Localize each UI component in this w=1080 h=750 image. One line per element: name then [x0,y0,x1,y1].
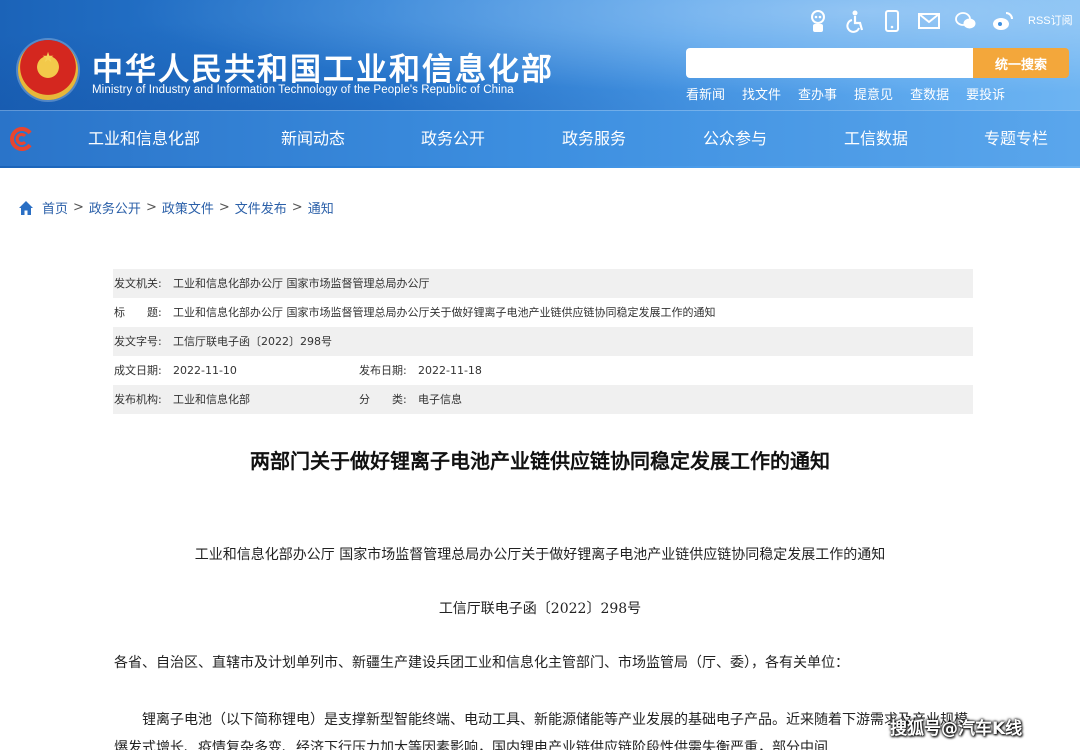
meta-category: 电子信息 [418,393,462,406]
meta-docno: 工信厅联电子函〔2022〕298号 [173,335,332,348]
meta-label: 分 类: [359,393,407,406]
nav-logo-icon[interactable] [10,127,34,151]
meta-label: 发布日期: [359,364,407,377]
breadcrumb-document-release[interactable]: 文件发布 [235,198,287,217]
article-addressee: 各省、自治区、直辖市及计划单列市、新疆生产建设兵团工业和信息化主管部门、市场监管… [114,655,849,671]
meta-label: 发文字号: [114,335,162,348]
nav-item-data[interactable]: 工信数据 [844,111,908,167]
quick-links: 看新闻 找文件 查办事 提意见 查数据 要投诉 [686,84,1022,103]
search-button[interactable]: 统一搜索 [973,48,1069,78]
quick-link-feedback[interactable]: 提意见 [854,84,893,103]
meta-label: 成文日期: [114,364,162,377]
quick-link-news[interactable]: 看新闻 [686,84,725,103]
nav-item-government-affairs[interactable]: 政务公开 [421,111,485,167]
nav-item-public-participation[interactable]: 公众参与 [703,111,767,167]
meta-issuer: 工业和信息化部办公厅 国家市场监督管理总局办公厅 [173,277,430,290]
meta-label: 发文机关: [114,277,162,290]
mobile-icon[interactable] [880,9,904,33]
rss-link[interactable]: RSS订阅 [1028,9,1073,33]
quick-link-services[interactable]: 查办事 [798,84,837,103]
quick-link-documents[interactable]: 找文件 [742,84,781,103]
article-heading: 工业和信息化部办公厅 国家市场监督管理总局办公厅关于做好锂离子电池产业链供应链协… [194,547,886,563]
document-meta-table: 发文机关: 工业和信息化部办公厅 国家市场监督管理总局办公厅 标 题: 工业和信… [113,269,973,414]
breadcrumb-policy-documents[interactable]: 政策文件 [162,198,214,217]
meta-created-date: 2022-11-10 [173,364,237,377]
site-title[interactable]: 中华人民共和国工业和信息化部 [92,44,554,89]
meta-row-org: 发布机构: 工业和信息化部 分 类: 电子信息 [113,385,973,414]
nav-item-news[interactable]: 新闻动态 [281,111,345,167]
search-input[interactable] [686,48,974,78]
wechat-icon[interactable] [954,9,978,33]
nav-item-topics[interactable]: 专题专栏 [984,111,1048,167]
breadcrumb-separator: > [218,200,230,215]
article-paragraph: 锂离子电池（以下简称锂电）是支撑新型智能终端、电动工具、新能源储能等产业发展的基… [114,712,968,750]
top-icon-bar: RSS订阅 [806,8,1073,34]
meta-row-title: 标 题: 工业和信息化部办公厅 国家市场监督管理总局办公厅关于做好锂离子电池产业… [113,298,973,327]
breadcrumb-notice[interactable]: 通知 [308,198,334,217]
breadcrumb-separator: > [291,200,303,215]
breadcrumb: 首页 > 政务公开 > 政策文件 > 文件发布 > 通知 [18,198,334,217]
nav-item-services[interactable]: 政务服务 [562,111,626,167]
meta-row-docno: 发文字号: 工信厅联电子函〔2022〕298号 [113,327,973,356]
meta-label: 发布机构: [114,393,162,406]
article-document-number: 工信厅联电子函〔2022〕298号 [438,601,642,617]
site-subtitle: Ministry of Industry and Information Tec… [92,84,514,96]
meta-row-dates: 成文日期: 2022-11-10 发布日期: 2022-11-18 [113,356,973,385]
breadcrumb-government-affairs[interactable]: 政务公开 [89,198,141,217]
breadcrumb-separator: > [145,200,157,215]
breadcrumb-separator: > [73,200,84,215]
article-title: 两部门关于做好锂离子电池产业链供应链协同稳定发展工作的通知 [250,449,830,473]
national-emblem-icon[interactable] [18,40,78,100]
nav-item-ministry[interactable]: 工业和信息化部 [88,111,200,167]
breadcrumb-home[interactable]: 首页 [42,198,68,217]
meta-row-issuer: 发文机关: 工业和信息化部办公厅 国家市场监督管理总局办公厅 [113,269,973,298]
main-nav: 工业和信息化部 新闻动态 政务公开 政务服务 公众参与 工信数据 专题专栏 [0,110,1080,166]
quick-link-data[interactable]: 查数据 [910,84,949,103]
accessibility-icon[interactable] [843,9,867,33]
quick-link-complaint[interactable]: 要投诉 [966,84,1005,103]
site-header: 中华人民共和国工业和信息化部 Ministry of Industry and … [0,0,1080,168]
weibo-icon[interactable] [991,9,1015,33]
mail-icon[interactable] [917,9,941,33]
home-icon[interactable] [18,200,34,216]
meta-label: 标 题: [114,306,162,319]
meta-title: 工业和信息化部办公厅 国家市场监督管理总局办公厅关于做好锂离子电池产业链供应链协… [173,306,716,319]
meta-org: 工业和信息化部 [173,393,250,406]
robot-icon[interactable] [806,9,830,33]
watermark: 搜狐号@汽车K线 [890,719,1023,739]
meta-published-date: 2022-11-18 [418,364,482,377]
